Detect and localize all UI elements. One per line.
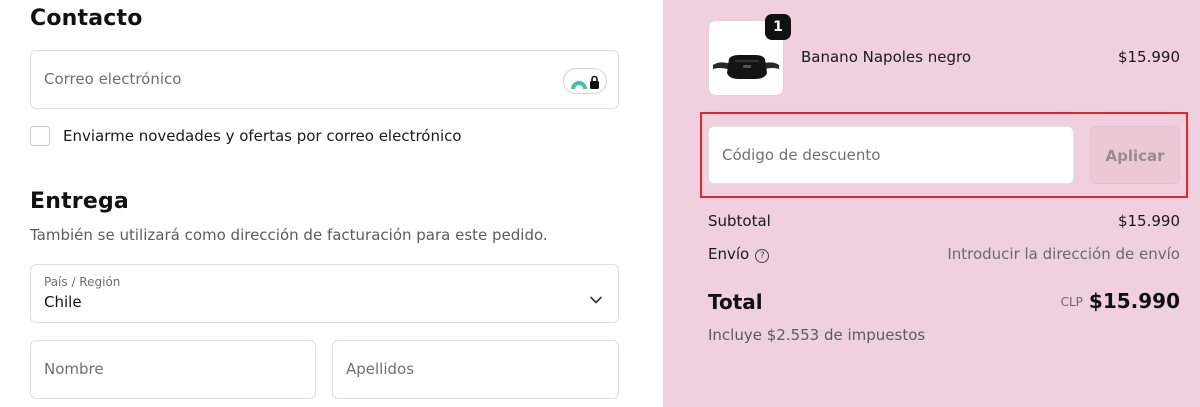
subtotal-label: Subtotal [708, 212, 771, 230]
currency-code: CLP [1060, 295, 1083, 309]
first-name-placeholder: Nombre [44, 360, 104, 378]
country-value: Chile [44, 293, 82, 311]
delivery-subtitle: También se utilizará como dirección de f… [30, 226, 548, 244]
shipping-label: Envío [708, 245, 750, 263]
first-name-field[interactable]: Nombre [30, 340, 316, 399]
email-placeholder: Correo electrónico [44, 70, 182, 88]
tax-note: Incluye $2.553 de impuestos [708, 326, 926, 344]
email-field[interactable]: Correo electrónico [30, 50, 619, 109]
contact-heading: Contacto [30, 6, 143, 31]
shipping-row: Envío? [708, 245, 770, 263]
country-label: País / Región [44, 275, 121, 289]
product-price: $15.990 [1117, 48, 1180, 66]
help-icon[interactable]: ? [755, 249, 770, 263]
shipping-value: Introducir la dirección de envío [947, 245, 1180, 263]
country-select[interactable]: País / Región Chile [30, 264, 619, 323]
subtotal-value: $15.990 [1117, 212, 1180, 230]
delivery-heading: Entrega [30, 189, 129, 214]
last-name-placeholder: Apellidos [346, 360, 415, 378]
discount-placeholder: Código de descuento [722, 146, 881, 164]
discount-code-input[interactable]: Código de descuento [708, 126, 1074, 184]
total-amount: CLP $15.990 [1061, 289, 1180, 313]
quantity-badge: 1 [765, 14, 791, 40]
checkout-form: Contacto Correo electrónico Enviarme nov… [0, 0, 663, 407]
password-manager-icon[interactable] [563, 68, 607, 94]
chevron-down-icon [590, 289, 602, 308]
apply-discount-button[interactable]: Aplicar [1090, 126, 1180, 184]
product-name: Banano Napoles negro [801, 48, 971, 66]
newsletter-label: Enviarme novedades y ofertas por correo … [63, 127, 462, 145]
total-value: $15.990 [1088, 289, 1180, 313]
newsletter-checkbox[interactable] [30, 126, 50, 146]
total-label: Total [708, 290, 763, 314]
last-name-field[interactable]: Apellidos [332, 340, 619, 399]
